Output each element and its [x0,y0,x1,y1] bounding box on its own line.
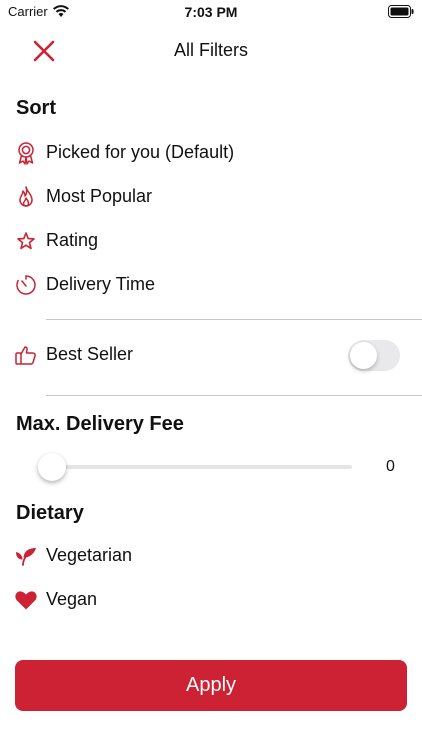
sort-option-label: Delivery Time [46,274,156,294]
award-ribbon-icon [14,141,38,165]
dietary-section-title: Dietary [16,502,84,524]
dietary-option-vegan[interactable]: Vegan [14,585,406,615]
dietary-option-label: Vegetarian [46,545,133,565]
best-seller-toggle[interactable] [348,340,400,371]
leaf-icon [14,544,38,568]
sort-option-most-popular[interactable]: Most Popular [14,182,406,212]
status-bar: Carrier 7:03 PM [0,0,422,24]
star-icon [14,229,38,253]
sort-option-rating[interactable]: Rating [14,226,406,256]
sort-option-label: Most Popular [46,186,153,206]
best-seller-label: Best Seller [46,344,134,364]
flame-icon [14,185,38,209]
best-seller-row: Best Seller [14,340,334,370]
battery-icon [388,5,414,23]
apply-button[interactable]: Apply [15,660,407,711]
clock-timer-icon [14,273,38,297]
delivery-fee-value: 0 [386,458,395,475]
status-time: 7:03 PM [184,4,238,20]
sort-option-label: Picked for you (Default) [46,142,235,162]
thumbs-up-icon [14,343,38,367]
nav-bar: All Filters [0,30,422,74]
sort-option-picked-for-you[interactable]: Picked for you (Default) [14,138,406,168]
toggle-knob [350,342,377,369]
dietary-option-vegetarian[interactable]: Vegetarian [14,541,406,571]
heart-icon [14,588,38,612]
divider [46,395,422,396]
page-title: All Filters [173,40,248,60]
delivery-fee-section-title: Max. Delivery Fee [16,413,184,435]
sort-option-label: Rating [46,230,99,250]
sort-option-delivery-time[interactable]: Delivery Time [14,270,406,300]
divider [46,319,422,320]
dietary-option-label: Vegan [46,589,98,609]
delivery-fee-slider-knob[interactable] [38,453,66,481]
delivery-fee-slider-track[interactable] [40,465,352,469]
sort-section-title: Sort [16,97,56,119]
